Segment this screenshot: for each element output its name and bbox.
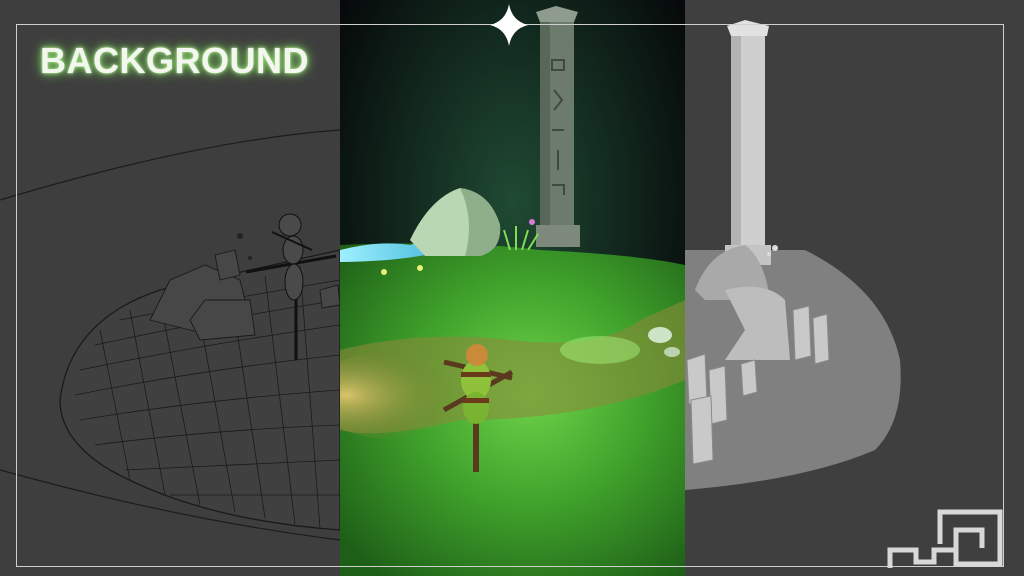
wireframe-view-panel (0, 0, 340, 576)
particle-wire (237, 233, 243, 239)
clay-particle (767, 252, 771, 256)
ground-light (560, 336, 640, 364)
stone-pillar (536, 6, 580, 247)
textured-scene (340, 0, 685, 576)
clay-particle (772, 245, 778, 251)
flower (529, 219, 535, 225)
flower (381, 269, 387, 275)
small-stone (648, 327, 672, 343)
meander-logo-icon (887, 509, 1003, 568)
particle-wire (248, 256, 252, 260)
clay-scene (685, 20, 901, 490)
orbit-line (0, 129, 340, 201)
textured-render-panel (340, 0, 685, 576)
page-title: BACKGROUND (40, 40, 309, 81)
small-stone (664, 347, 680, 357)
wireframe-scene (0, 129, 340, 541)
clay-render-panel (685, 0, 1024, 576)
flower (417, 265, 423, 271)
clay-pillar (725, 20, 771, 265)
sparkle-star-icon (490, 4, 528, 46)
